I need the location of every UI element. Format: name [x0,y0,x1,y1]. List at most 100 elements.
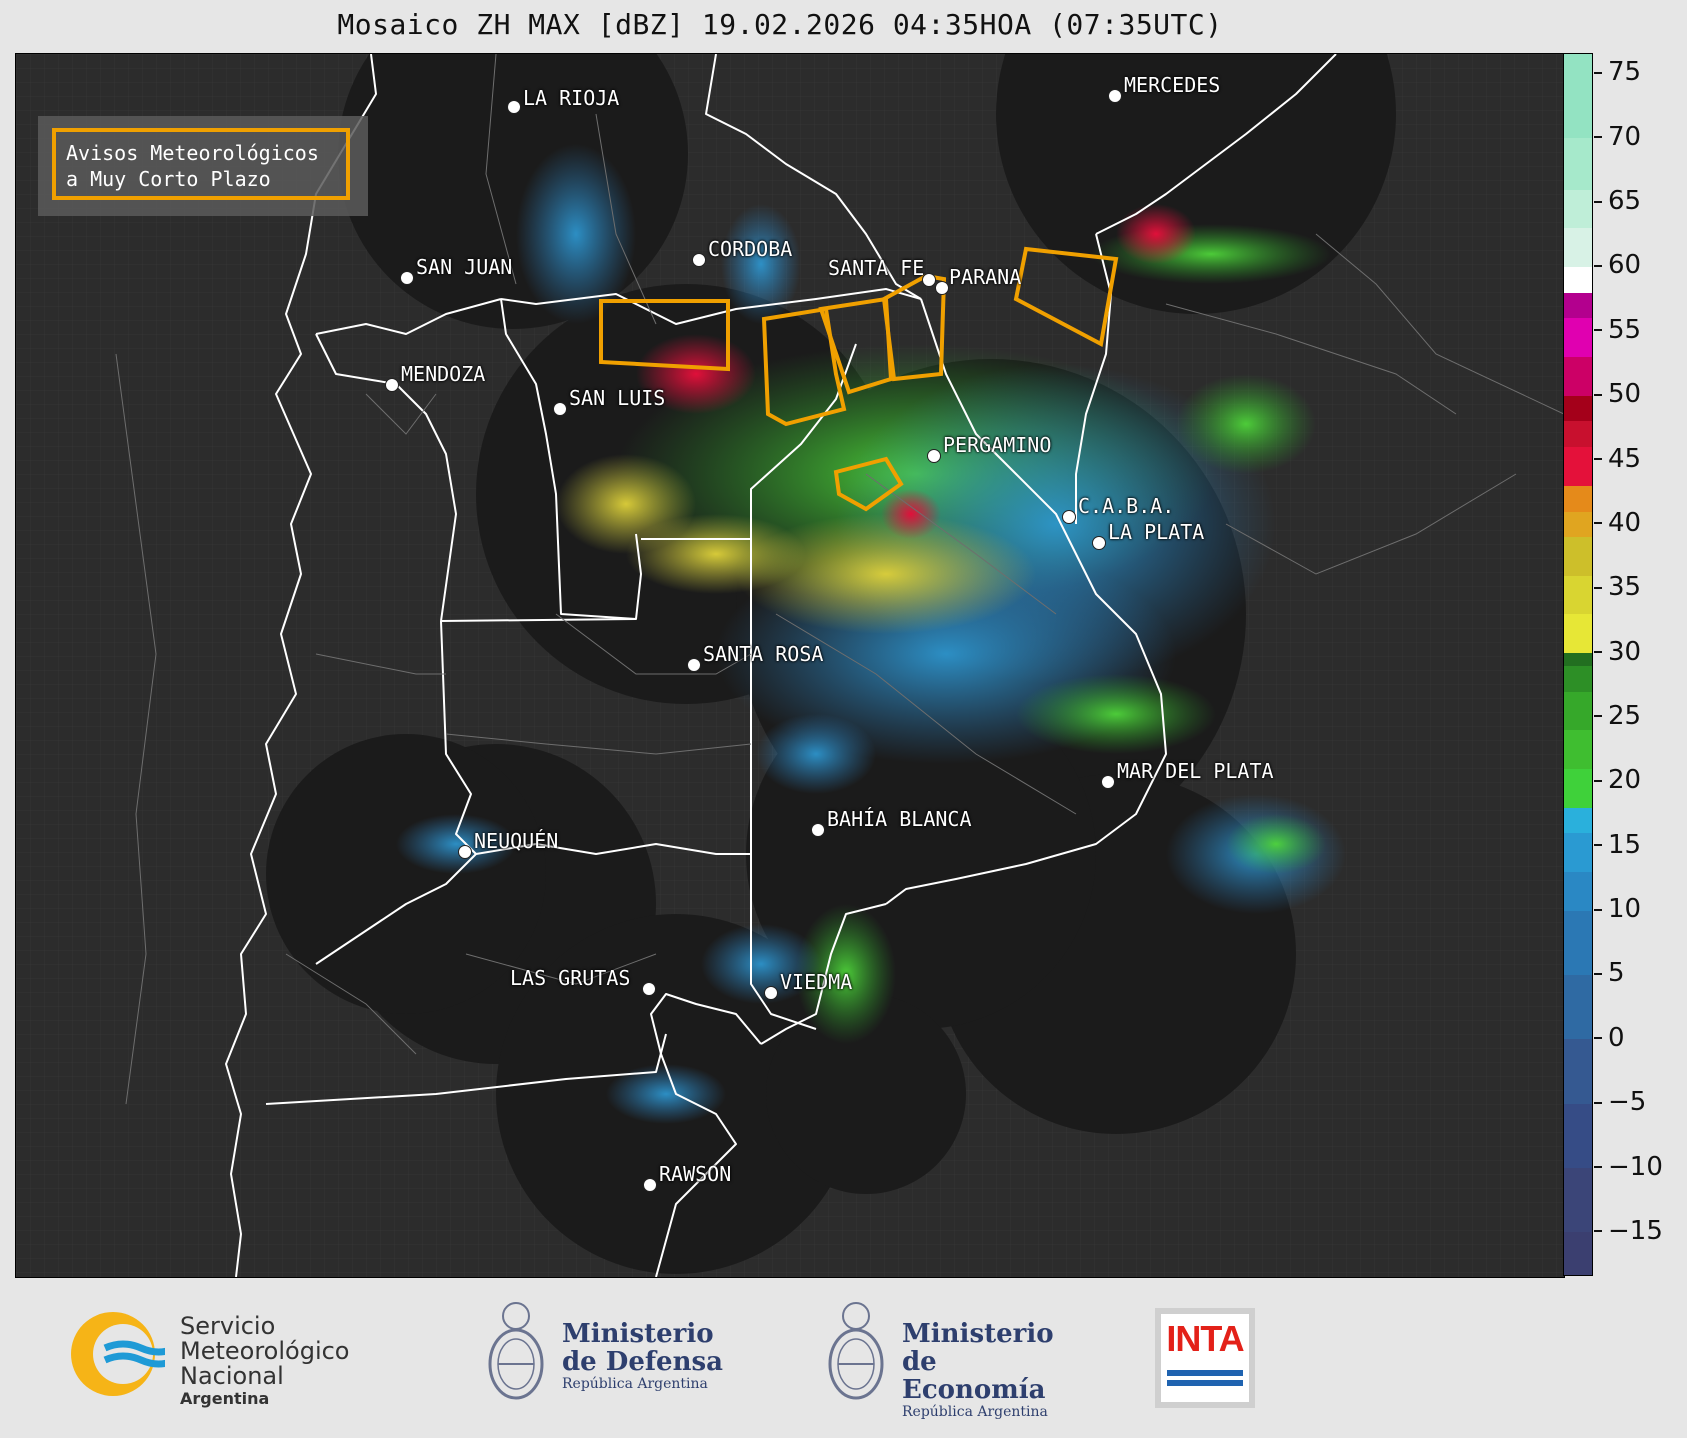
colorbar-tick-label: −10 [1594,1152,1663,1182]
city-marker [687,658,701,672]
colorbar-step [1564,832,1592,872]
colorbar-step [1564,317,1592,358]
city-label: LAS GRUTAS [510,966,631,990]
city-label: SANTA ROSA [703,642,824,666]
colorbar-step [1564,511,1592,538]
city-label: LA PLATA [1108,520,1205,544]
inta-wordmark: INTA [1166,1318,1244,1359]
city-marker [692,253,706,267]
colorbar-step [1564,807,1592,834]
city-label: PARANA [949,265,1022,289]
colorbar-step [1564,1038,1592,1104]
ministerio-economia-logo: Ministerio de Economía República Argenti… [820,1298,1080,1420]
smn-logo: Servicio Meteorológico Nacional Argentin… [65,1304,395,1408]
city-marker [1101,775,1115,789]
colorbar-step [1564,910,1592,975]
sponsor-logos: Servicio Meteorológico Nacional Argentin… [0,1276,1687,1438]
national-shield-icon [488,1302,544,1400]
colorbar-tick-label: 5 [1594,958,1625,988]
colorbar-tick-label: −15 [1594,1216,1663,1246]
colorbar-step [1564,395,1592,422]
colorbar-step [1564,652,1592,666]
colorbar-step [1564,614,1592,654]
city-label: SAN LUIS [569,386,666,410]
city-marker [1092,536,1106,550]
colorbar-tick-label: −5 [1594,1087,1646,1117]
city-label: BAHÍA BLANCA [827,807,972,831]
city-label: MENDOZA [401,362,486,386]
colorbar-step [1564,292,1592,319]
inta-logo: INTA [1155,1308,1255,1408]
colorbar-step [1564,665,1592,692]
warning-legend-line2: a Muy Corto Plazo [66,167,271,191]
colorbar-tick-label: 70 [1594,122,1641,152]
colorbar-step [1564,420,1592,448]
colorbar-tick-label: 50 [1594,379,1641,409]
colorbar-tick-label: 10 [1594,894,1641,924]
colorbar-ticks: 75 70 65 60 55 50 45 40 35 30 25 20 15 1… [1594,53,1684,1276]
colorbar-step [1564,768,1592,808]
smn-line1: Servicio [180,1312,276,1340]
defensa-sub: República Argentina [562,1376,708,1392]
city-layer: LA RIOJA MERCEDES SAN JUAN CORDOBA SANTA FE P… [16,54,1564,1277]
city-marker [507,100,521,114]
defensa-line1: Ministerio [562,1319,714,1349]
colorbar-step [1564,189,1592,229]
colorbar-step [1564,137,1592,190]
colorbar-tick-label: 45 [1594,444,1641,474]
colorbar-tick-label: 30 [1594,637,1641,667]
colorbar-step [1564,575,1592,615]
city-marker [643,1178,657,1192]
city-marker [385,378,399,392]
warning-legend-line1: Avisos Meteorológicos [66,141,319,165]
colorbar-tick-label: 40 [1594,508,1641,538]
colorbar-tick-label: 0 [1594,1023,1625,1053]
colorbar-step [1564,227,1592,267]
city-label: LA RIOJA [523,86,620,110]
warning-legend-panel: Avisos Meteorológicos a Muy Corto Plazo [38,116,368,216]
colorbar-step [1564,1231,1592,1275]
colorbar-step [1564,536,1592,576]
colorbar-tick-label: 75 [1594,57,1641,87]
smn-emblem-icon [71,1312,165,1396]
colorbar-step [1564,446,1592,486]
colorbar-step [1564,871,1592,911]
colorbar-tick-label: 35 [1594,572,1641,602]
colorbar-tick-label: 25 [1594,701,1641,731]
economia-sub: República Argentina [902,1404,1048,1420]
smn-line3: Nacional [180,1362,284,1390]
colorbar-step [1564,356,1592,396]
colorbar-step [1564,266,1592,293]
radar-map[interactable]: LA RIOJA MERCEDES SAN JUAN CORDOBA SANTA FE P… [15,53,1565,1278]
national-shield-icon [828,1302,884,1400]
city-marker [811,823,825,837]
colorbar-step [1564,974,1592,1040]
city-marker [642,982,656,996]
city-label: VIEDMA [780,970,853,994]
colorbar-tick-label: 20 [1594,765,1641,795]
city-label: SAN JUAN [416,255,513,279]
city-label: CORDOBA [708,237,793,261]
city-label: NEUQUÉN [474,829,559,853]
city-label: SANTA FE [828,256,925,280]
city-marker [935,281,949,295]
smn-line2: Meteorológico [180,1337,350,1365]
colorbar-tick-label: 65 [1594,186,1641,216]
colorbar-step [1564,485,1592,512]
city-marker [764,986,778,1000]
city-label: PERGAMINO [943,433,1052,457]
map-title: Mosaico ZH MAX [dBZ] 19.02.2026 04:35HOA… [337,8,1223,41]
colorbar-step [1564,729,1592,769]
colorbar-step [1564,691,1592,731]
city-label: MERCEDES [1124,73,1221,97]
colorbar-step [1564,54,1592,139]
ministerio-defensa-logo: Ministerio de Defensa República Argentin… [480,1298,740,1418]
colorbar-tick-label: 55 [1594,315,1641,345]
city-marker [400,271,414,285]
city-marker [1108,89,1122,103]
smn-sub: Argentina [180,1389,270,1408]
city-marker [927,449,941,463]
city-label: C.A.B.A. [1078,494,1175,518]
colorbar-tick-label: 15 [1594,830,1641,860]
economia-line2: de Economía [902,1347,1046,1405]
